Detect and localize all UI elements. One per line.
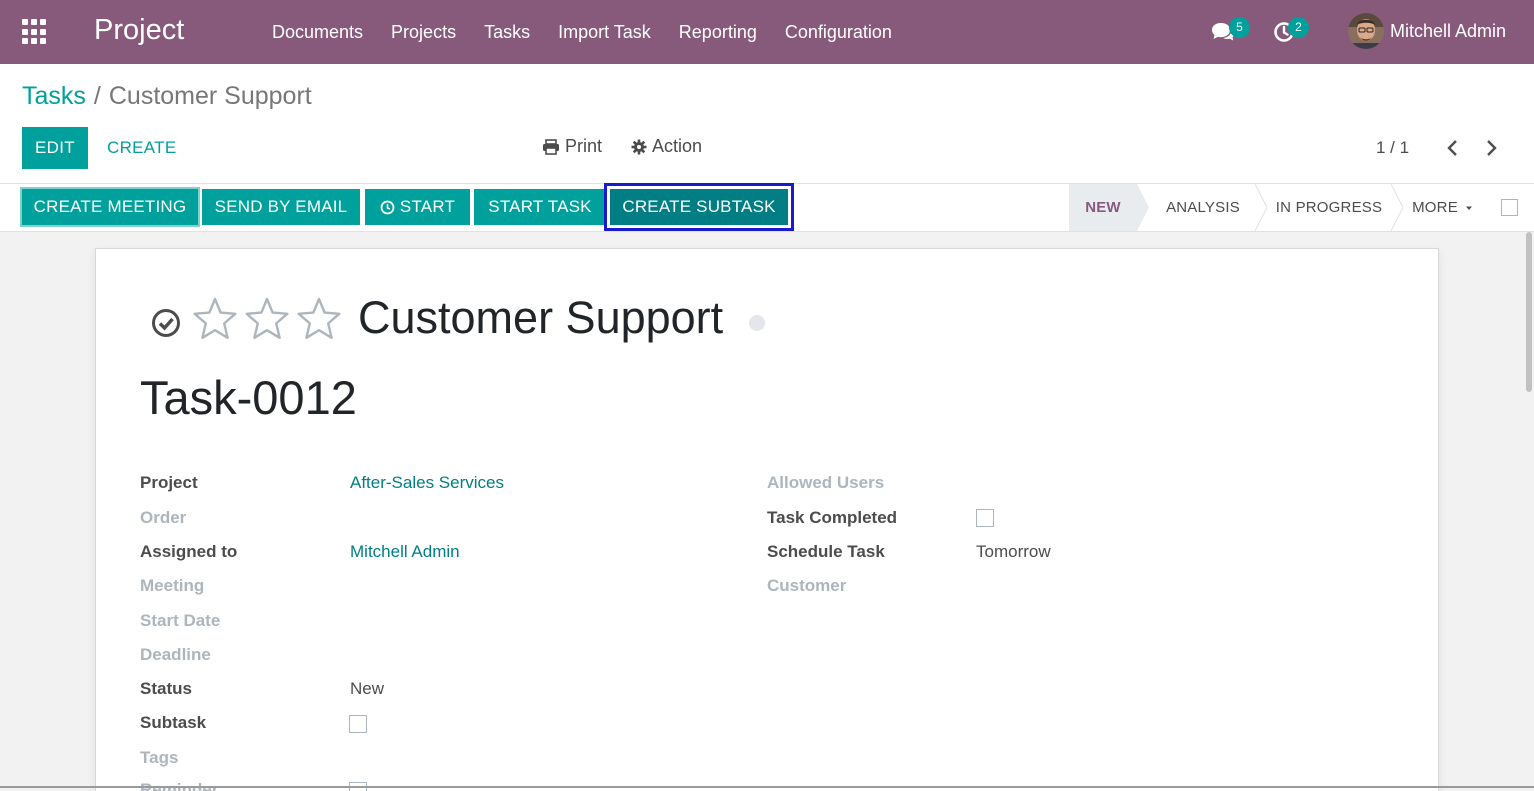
edit-button[interactable]: EDIT	[22, 127, 88, 169]
priority-star-2-icon[interactable]	[243, 296, 291, 342]
task-name-title: Customer Support	[358, 292, 724, 343]
control-panel: Tasks / Customer Support EDIT CREATE Print…	[0, 64, 1534, 184]
menu-item-reporting[interactable]: Reporting	[665, 0, 771, 64]
breadcrumb-current: Customer Support	[108, 82, 312, 110]
field-label-allowed-users: Allowed Users	[767, 473, 885, 492]
create-subtask-button[interactable]: CREATE SUBTASK	[604, 183, 794, 231]
form-statusbar: CREATE MEETING SEND BY EMAIL START START…	[0, 183, 1534, 232]
action-label: Action	[652, 136, 703, 156]
avatar	[1348, 13, 1384, 49]
stage-more-label: MORE	[1412, 199, 1458, 216]
activities-count-badge: 2	[1288, 17, 1309, 38]
stage-arrow	[1137, 184, 1149, 231]
top-navbar: Project Documents Projects Tasks Import …	[0, 0, 1534, 64]
messages-menu[interactable]: 5	[1208, 0, 1256, 64]
clock-icon	[380, 200, 395, 214]
assigned-to-link[interactable]: Mitchell Admin	[350, 542, 460, 562]
field-label-order: Order	[140, 508, 187, 527]
gear-icon	[631, 139, 647, 154]
statusbar-fold-checkbox[interactable]	[1501, 199, 1518, 216]
main-menu: Documents Projects Tasks Import Task Rep…	[258, 0, 906, 64]
field-label-customer: Customer	[767, 576, 847, 595]
field-label-tags: Tags	[140, 748, 179, 767]
horizontal-scrollbar[interactable]	[0, 786, 1534, 788]
action-menu[interactable]: Action	[631, 136, 702, 157]
messages-count-badge: 5	[1229, 17, 1250, 38]
apps-grid-icon[interactable]	[22, 19, 48, 45]
menu-item-configuration[interactable]: Configuration	[771, 0, 906, 64]
field-label-subtask: Subtask	[140, 713, 207, 732]
print-menu[interactable]: Print	[542, 136, 602, 157]
activities-menu[interactable]: 2	[1270, 0, 1318, 64]
pager-value[interactable]: 1 / 1	[1376, 138, 1409, 158]
create-meeting-button[interactable]: CREATE MEETING	[22, 189, 198, 225]
field-label-meeting: Meeting	[140, 576, 205, 595]
print-label: Print	[565, 136, 603, 156]
stage-new[interactable]: NEW	[1069, 184, 1137, 231]
field-label-deadline: Deadline	[140, 645, 211, 664]
breadcrumb: Tasks / Customer Support	[22, 82, 312, 111]
create-button[interactable]: CREATE	[96, 127, 188, 169]
priority-star-1-icon[interactable]	[191, 296, 239, 342]
menu-item-projects[interactable]: Projects	[377, 0, 470, 64]
field-label-task-completed: Task Completed	[767, 508, 898, 527]
breadcrumb-tasks-link[interactable]: Tasks	[22, 82, 86, 110]
task-reference: Task-0012	[140, 371, 357, 424]
field-label-assigned-to: Assigned to	[140, 542, 238, 561]
subtask-checkbox[interactable]	[349, 715, 367, 733]
pager-previous-icon[interactable]	[1443, 138, 1463, 158]
stage-in-progress[interactable]: IN PROGRESS	[1269, 184, 1389, 231]
breadcrumb-separator: /	[93, 82, 101, 110]
priority-star-3-icon[interactable]	[295, 296, 343, 342]
start-button[interactable]: START	[365, 189, 470, 225]
send-by-email-button[interactable]: SEND BY EMAIL	[202, 189, 360, 225]
menu-item-documents[interactable]: Documents	[258, 0, 377, 64]
menu-item-tasks[interactable]: Tasks	[470, 0, 544, 64]
check-circle-icon[interactable]	[151, 308, 181, 338]
kanban-state-dot[interactable]	[749, 315, 765, 331]
field-label-start-date: Start Date	[140, 611, 221, 630]
stage-arrow	[1255, 184, 1267, 231]
print-icon	[543, 138, 559, 155]
caret-down-icon	[1465, 206, 1472, 210]
start-button-label: START	[399, 197, 456, 216]
user-name: Mitchell Admin	[1390, 20, 1507, 41]
app-title: Project	[94, 14, 185, 46]
status-value: New	[350, 679, 385, 698]
vertical-scrollbar[interactable]	[1526, 232, 1532, 392]
stage-arrow	[1391, 184, 1403, 231]
user-menu[interactable]: Mitchell Admin	[1348, 12, 1506, 50]
stage-analysis[interactable]: ANALYSIS	[1151, 184, 1255, 231]
task-completed-checkbox[interactable]	[976, 509, 994, 527]
menu-item-import-task[interactable]: Import Task	[544, 0, 665, 64]
stage-more-dropdown[interactable]: MORE	[1405, 184, 1481, 231]
pager-next-icon[interactable]	[1481, 138, 1501, 158]
field-label-schedule-task: Schedule Task	[767, 542, 885, 561]
project-link[interactable]: After-Sales Services	[350, 473, 504, 493]
start-task-button[interactable]: START TASK	[474, 189, 606, 225]
field-label-project: Project	[140, 473, 198, 492]
schedule-task-value[interactable]: Tomorrow	[976, 542, 1051, 562]
field-label-status: Status	[140, 679, 192, 698]
